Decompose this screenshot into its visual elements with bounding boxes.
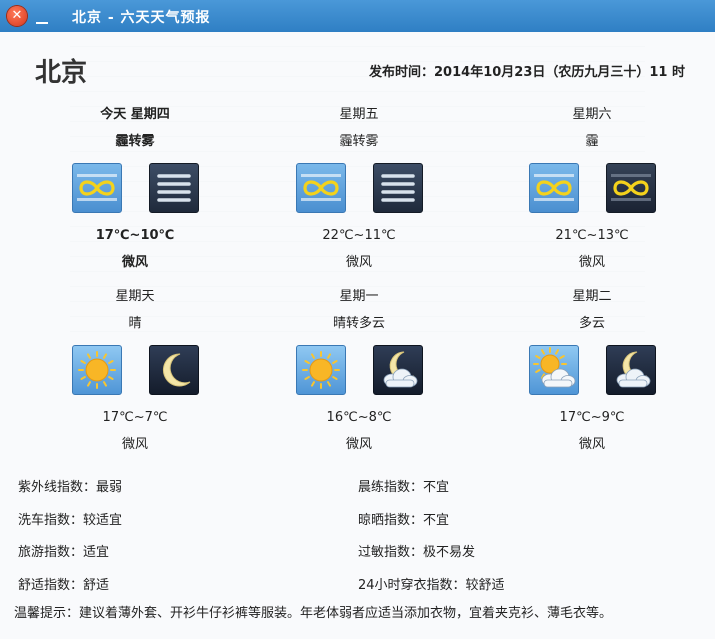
day-name: 星期二: [572, 289, 612, 304]
dressing-index: 24小时穿衣指数：较舒适: [358, 578, 505, 593]
day-wind: 微风: [345, 255, 372, 270]
sun-icon: [71, 345, 122, 395]
day-temperature: 22℃~11℃: [322, 228, 396, 243]
car-wash-index: 洗车指数：较适宜: [18, 513, 123, 528]
day-condition: 霾转雾: [339, 134, 379, 149]
warm-tip: 温馨提示：建议着薄外套、开衫牛仔衫裤等服装。年老体弱者应适当添加衣物，宜着夹克衫…: [14, 606, 613, 621]
day-wind: 微风: [578, 437, 605, 452]
day-name: 今天 星期四: [100, 107, 170, 122]
moon-icon: [148, 345, 199, 395]
day-temperature: 17℃~9℃: [559, 410, 625, 425]
day-name: 星期五: [339, 107, 379, 122]
comfort-index: 舒适指数：舒适: [18, 578, 110, 593]
day-condition: 晴转多云: [332, 316, 385, 331]
day-condition: 多云: [578, 316, 605, 331]
uv-index: 紫外线指数：最弱: [18, 480, 123, 495]
haze-night-icon: [605, 163, 656, 213]
fog-icon: [148, 163, 199, 213]
day-condition: 晴: [128, 316, 142, 331]
forecast-day-tuesday: 星期二 多云 17℃~9℃ 微风: [507, 289, 677, 453]
forecast-day-sunday: 星期天 晴 17℃~7℃ 微风: [50, 289, 220, 453]
day-temperature: 17℃~10℃: [95, 228, 175, 243]
haze-day-icon: [295, 163, 346, 213]
forecast-day-today: 今天 星期四 霾转雾 17℃~10℃ 微风: [50, 107, 220, 271]
city-name: 北京: [35, 58, 88, 88]
allergy-index: 过敏指数：极不易发: [358, 545, 476, 560]
travel-index: 旅游指数：适宜: [18, 545, 110, 560]
close-button[interactable]: ✕: [7, 6, 27, 26]
day-temperature: 17℃~7℃: [102, 410, 168, 425]
day-name: 星期天: [115, 289, 155, 304]
fog-icon: [372, 163, 423, 213]
forecast-day-saturday: 星期六 霾 21℃~13℃ 微风: [507, 107, 677, 271]
day-temperature: 21℃~13℃: [555, 228, 629, 243]
morning-exercise-index: 晨练指数：不宜: [358, 480, 450, 495]
day-condition: 霾: [585, 134, 599, 149]
forecast-day-monday: 星期一 晴转多云 16℃~8℃ 微风: [274, 289, 444, 453]
day-condition: 霾转雾: [115, 134, 155, 149]
haze-day-icon: [71, 163, 122, 213]
day-temperature: 16℃~8℃: [326, 410, 392, 425]
day-wind: 微风: [578, 255, 605, 270]
drying-index: 晾晒指数：不宜: [358, 513, 450, 528]
sun-cloud-icon: [528, 345, 579, 395]
haze-day-icon: [528, 163, 579, 213]
minimize-button[interactable]: [36, 8, 48, 24]
day-wind: 微风: [121, 255, 148, 270]
sun-icon: [295, 345, 346, 395]
day-wind: 微风: [121, 437, 148, 452]
day-wind: 微风: [345, 437, 372, 452]
window-title: 北京 - 六天天气预报: [72, 10, 211, 26]
close-icon: ✕: [11, 8, 23, 23]
moon-cloud-icon: [605, 345, 656, 395]
day-name: 星期一: [339, 289, 379, 304]
day-name: 星期六: [572, 107, 612, 122]
title-bar: ✕ 北京 - 六天天气预报: [0, 0, 715, 32]
moon-cloud-icon: [372, 345, 423, 395]
publish-time: 发布时间：2014年10月23日（农历九月三十）11 时: [369, 65, 685, 80]
forecast-day-friday: 星期五 霾转雾 22℃~11℃ 微风: [274, 107, 444, 271]
